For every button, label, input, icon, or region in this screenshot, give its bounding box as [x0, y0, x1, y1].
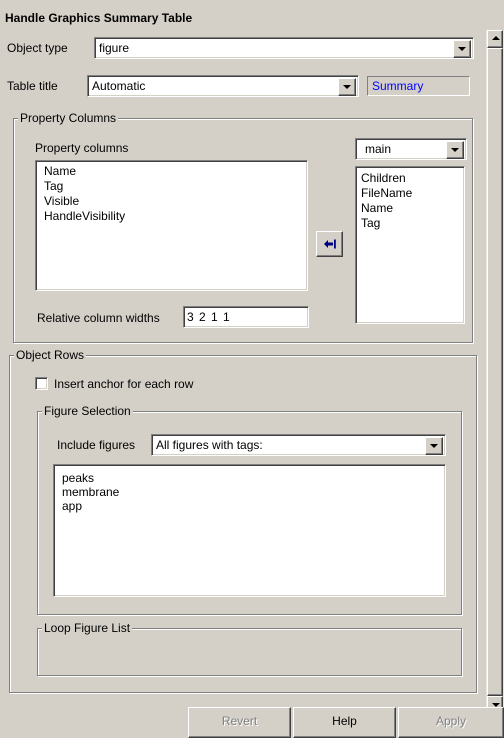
object-type-dropdown[interactable]: figure [94, 37, 474, 59]
figure-tags-list[interactable]: peaks membrane app [53, 464, 446, 597]
loop-figure-list-group: Loop Figure List [37, 621, 462, 676]
table-title-label: Table title [7, 79, 58, 93]
object-rows-legend: Object Rows [14, 348, 87, 362]
table-title-dropdown-button[interactable] [338, 78, 356, 96]
column-widths-value: 3 2 1 1 [187, 310, 231, 324]
apply-button[interactable]: Apply [398, 707, 504, 738]
anchor-checkbox-label[interactable]: Insert anchor for each row [54, 377, 193, 391]
add-column-button[interactable] [316, 231, 343, 257]
list-item[interactable]: FileName [361, 186, 459, 201]
figure-selection-legend: Figure Selection [42, 404, 133, 418]
include-figures-dropdown-button[interactable] [425, 437, 443, 455]
apply-button-label: Apply [435, 714, 467, 728]
vertical-scrollbar[interactable] [486, 30, 504, 714]
source-dropdown[interactable]: main [355, 138, 467, 160]
column-widths-label: Relative column widths [37, 311, 160, 325]
help-button[interactable]: Help [293, 707, 396, 738]
source-dropdown-button[interactable] [446, 141, 464, 159]
chevron-down-icon [343, 85, 351, 89]
list-item[interactable]: Visible [44, 194, 299, 209]
list-item[interactable]: membrane [62, 485, 437, 499]
revert-button-label: Revert [221, 714, 258, 728]
scroll-thumb[interactable] [487, 48, 503, 696]
summary-text-value: Summary [372, 79, 424, 93]
list-item[interactable]: HandleVisibility [44, 209, 299, 224]
list-item[interactable]: Tag [44, 179, 299, 194]
object-type-value: figure [99, 41, 130, 55]
object-type-label: Object type [7, 41, 68, 55]
include-figures-label: Include figures [57, 438, 136, 452]
object-type-dropdown-button[interactable] [453, 40, 471, 58]
scroll-up-button[interactable] [487, 30, 503, 48]
help-button-label: Help [332, 714, 357, 728]
column-widths-field[interactable]: 3 2 1 1 [183, 306, 309, 328]
list-item[interactable]: app [62, 499, 437, 513]
chevron-down-icon [458, 47, 466, 51]
property-columns-legend: Property Columns [18, 111, 119, 125]
list-item[interactable]: Children [361, 171, 459, 186]
loop-figure-list-legend: Loop Figure List [42, 621, 133, 635]
source-dropdown-value: main [365, 142, 392, 156]
chevron-down-icon [430, 444, 438, 448]
list-item[interactable]: peaks [62, 471, 437, 485]
list-item[interactable]: Tag [361, 216, 459, 231]
anchor-checkbox[interactable] [35, 377, 48, 390]
property-columns-list-label: Property columns [35, 141, 129, 155]
available-properties-list[interactable]: Children FileName Name Tag [355, 166, 465, 324]
include-figures-dropdown[interactable]: All figures with tags: [151, 434, 446, 456]
list-item[interactable]: Name [361, 201, 459, 216]
chevron-down-icon [451, 148, 459, 152]
include-figures-value: All figures with tags: [156, 438, 263, 452]
summary-text-field[interactable]: Summary [367, 76, 470, 96]
arrow-left-icon [324, 239, 336, 249]
table-title-dropdown[interactable]: Automatic [87, 75, 359, 97]
selected-columns-list[interactable]: Name Tag Visible HandleVisibility [35, 160, 308, 291]
table-title-value: Automatic [92, 79, 146, 93]
dialog-title: Handle Graphics Summary Table [5, 11, 193, 25]
chevron-up-icon [492, 36, 500, 40]
list-item[interactable]: Name [44, 164, 299, 179]
revert-button[interactable]: Revert [188, 707, 291, 738]
